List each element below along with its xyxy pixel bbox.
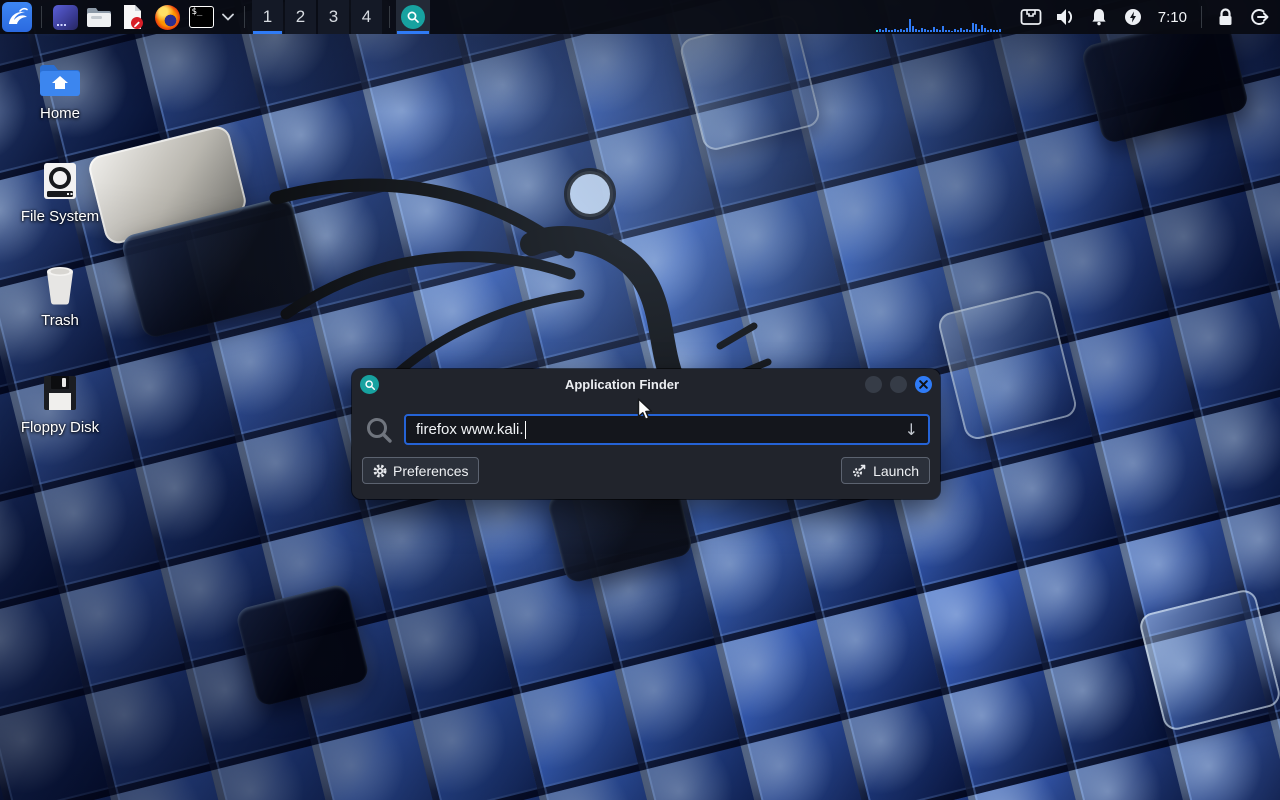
desktop-icon-label: File System <box>21 208 99 225</box>
firefox-icon <box>155 5 180 30</box>
maximize-button[interactable] <box>890 376 907 393</box>
launcher-file-manager[interactable] <box>84 2 114 32</box>
window-icon <box>53 5 78 30</box>
workspace-label: 2 <box>296 7 305 27</box>
launcher-firefox[interactable] <box>152 2 182 32</box>
document-icon <box>121 4 145 30</box>
close-icon <box>919 380 928 389</box>
history-dropdown-icon[interactable]: ↓ <box>905 420 918 439</box>
launch-button[interactable]: Launch <box>841 457 930 484</box>
button-row: Preferences Launch <box>352 445 940 484</box>
kali-logo-icon <box>5 5 29 29</box>
network-tray-button[interactable] <box>1014 0 1048 34</box>
launcher-text-editor[interactable] <box>118 2 148 32</box>
window-controls <box>865 376 932 393</box>
notifications-tray-button[interactable] <box>1082 0 1116 34</box>
launcher-kali-undercover[interactable] <box>50 2 80 32</box>
power-manager-icon <box>1123 7 1143 27</box>
search-input[interactable]: firefox www.kali. ↓ <box>404 414 930 445</box>
power-manager-tray-button[interactable] <box>1116 0 1150 34</box>
titlebar[interactable]: Application Finder <box>352 369 940 400</box>
terminal-dropdown-button[interactable] <box>220 2 236 32</box>
launch-label: Launch <box>873 463 919 479</box>
application-finder-icon <box>360 375 379 394</box>
preferences-button[interactable]: Preferences <box>362 457 479 484</box>
desktop-root: $_ 1 2 3 4 <box>0 0 1280 800</box>
lock-icon <box>1216 7 1235 27</box>
folder-icon <box>86 6 112 28</box>
home-folder-icon <box>38 58 82 98</box>
search-row: firefox www.kali. ↓ <box>352 400 940 445</box>
preferences-label: Preferences <box>393 463 468 479</box>
workspace-button-1[interactable]: 1 <box>252 0 283 34</box>
clock[interactable]: 7:10 <box>1150 9 1195 26</box>
terminal-glyph: $_ <box>192 7 203 17</box>
desktop-icon-file-system[interactable]: File System <box>5 161 115 225</box>
panel-separator <box>389 6 390 28</box>
logout-icon <box>1249 7 1270 27</box>
minimize-button[interactable] <box>865 376 882 393</box>
taskbar-application-finder[interactable] <box>396 0 430 34</box>
lock-screen-button[interactable] <box>1208 0 1242 34</box>
desktop-icon-label: Home <box>40 105 80 122</box>
desktop-icon-home[interactable]: Home <box>5 58 115 122</box>
panel-separator <box>244 6 245 28</box>
applications-menu-button[interactable] <box>2 2 32 32</box>
workspace-label: 3 <box>329 7 338 27</box>
desktop-icon-floppy-disk[interactable]: Floppy Disk <box>5 372 115 436</box>
workspace-button-2[interactable]: 2 <box>285 0 316 34</box>
text-caret <box>525 421 527 439</box>
window-title: Application Finder <box>379 377 865 392</box>
desktop-icon-trash[interactable]: Trash <box>5 265 115 329</box>
network-icon <box>1020 8 1042 26</box>
chevron-down-icon <box>222 13 234 21</box>
volume-icon <box>1054 7 1076 27</box>
cpu-graph[interactable] <box>876 2 1004 32</box>
application-finder-icon <box>401 5 425 29</box>
launch-icon <box>852 463 867 478</box>
launcher-terminal[interactable]: $_ <box>186 2 216 32</box>
desktop-icon-label: Floppy Disk <box>21 419 99 436</box>
trash-icon <box>41 265 79 305</box>
terminal-icon: $_ <box>189 6 214 28</box>
workspace-button-3[interactable]: 3 <box>318 0 349 34</box>
application-finder-window: Application Finder firefox www.kali. ↓ <box>352 369 940 499</box>
close-button[interactable] <box>915 376 932 393</box>
search-input-value: firefox www.kali. <box>416 421 524 438</box>
logout-button[interactable] <box>1242 0 1276 34</box>
floppy-disk-icon <box>41 372 79 412</box>
desktop-icon-label: Trash <box>41 312 79 329</box>
panel-separator <box>1201 6 1202 28</box>
panel-separator <box>41 6 42 28</box>
notification-bell-icon <box>1089 7 1109 27</box>
volume-tray-button[interactable] <box>1048 0 1082 34</box>
workspace-button-4[interactable]: 4 <box>351 0 382 34</box>
search-icon <box>364 415 394 445</box>
workspace-label: 4 <box>362 7 371 27</box>
hard-drive-icon <box>40 161 80 201</box>
gear-icon <box>373 464 387 478</box>
top-panel: $_ 1 2 3 4 <box>0 0 1280 34</box>
workspace-label: 1 <box>263 7 272 27</box>
